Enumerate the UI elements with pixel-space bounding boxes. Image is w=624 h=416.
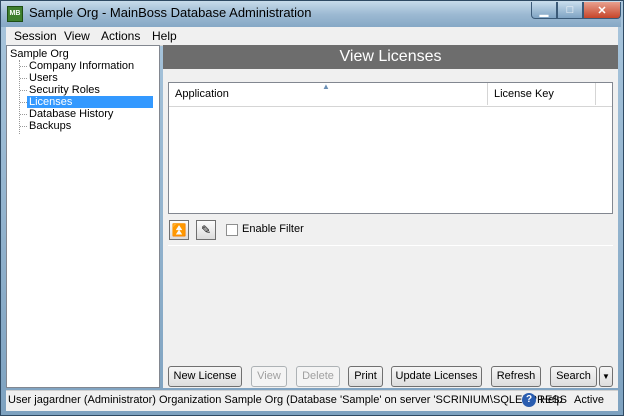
divider (168, 245, 613, 246)
maximize-icon: □ (566, 4, 574, 16)
status-bar: User jagardner (Administrator) Organizat… (6, 390, 618, 411)
view-button[interactable]: View (251, 366, 287, 387)
panel-title: View Licenses (163, 45, 618, 69)
enable-filter-checkbox[interactable] (226, 224, 238, 236)
print-button[interactable]: Print (348, 366, 383, 387)
navigation-tree: Sample Org Company Information Users Sec… (6, 45, 160, 388)
close-button[interactable]: ✕ (583, 2, 621, 19)
tree-root[interactable]: Sample Org (10, 48, 69, 60)
help-icon[interactable]: ? (522, 393, 536, 407)
menu-session[interactable]: Session (14, 29, 57, 43)
help-label[interactable]: Help (540, 394, 563, 406)
menu-actions[interactable]: Actions (101, 29, 140, 43)
menu-bar: Session View Actions Help (6, 27, 618, 46)
sort-ascending-icon: ▲ (322, 82, 330, 91)
column-header-license-key[interactable]: License Key (488, 83, 596, 105)
tree-item-backups[interactable]: Backups (29, 120, 71, 132)
collapse-panel-button[interactable]: ⏫ (169, 220, 189, 240)
update-licenses-button[interactable]: Update Licenses (391, 366, 482, 387)
status-text: User jagardner (Administrator) Organizat… (8, 394, 567, 406)
tree-item-security-roles[interactable]: Security Roles (29, 84, 100, 96)
enable-filter-label[interactable]: Enable Filter (242, 223, 304, 235)
menu-help[interactable]: Help (152, 29, 177, 43)
new-license-button[interactable]: New License (168, 366, 242, 387)
minimize-icon: ▁ (539, 4, 549, 17)
edit-filter-button[interactable]: ✎ (196, 220, 216, 240)
collapse-panel-icon: ⏫ (171, 223, 187, 237)
maximize-button[interactable]: □ (557, 2, 583, 19)
close-icon: ✕ (597, 4, 607, 17)
tree-item-database-history[interactable]: Database History (29, 108, 113, 120)
app-icon: MB (7, 6, 23, 22)
search-options-button[interactable]: ▼ (599, 366, 613, 387)
tree-item-licenses[interactable]: Licenses (27, 96, 153, 108)
status-state: Active (574, 394, 604, 406)
delete-button[interactable]: Delete (296, 366, 340, 387)
licenses-grid[interactable]: Application ▲ License Key (168, 82, 613, 214)
window-title: Sample Org - MainBoss Database Administr… (29, 5, 312, 20)
tree-item-company-information[interactable]: Company Information (29, 60, 134, 72)
filter-bar: ⏫ ✎ Enable Filter (168, 219, 613, 243)
refresh-button[interactable]: Refresh (491, 366, 541, 387)
menu-view[interactable]: View (64, 29, 90, 43)
search-button[interactable]: Search (550, 366, 597, 387)
tree-item-licenses-label: Licenses (27, 96, 153, 108)
dropdown-arrow-icon: ▼ (602, 372, 610, 381)
content-panel: View Licenses Application ▲ License Key … (163, 45, 618, 388)
minimize-button[interactable]: ▁ (531, 2, 557, 19)
grid-header: Application ▲ License Key (169, 82, 612, 107)
title-bar[interactable]: MB Sample Org - MainBoss Database Admini… (1, 1, 621, 27)
edit-filter-icon: ✎ (200, 223, 212, 237)
tree-item-users[interactable]: Users (29, 72, 58, 84)
